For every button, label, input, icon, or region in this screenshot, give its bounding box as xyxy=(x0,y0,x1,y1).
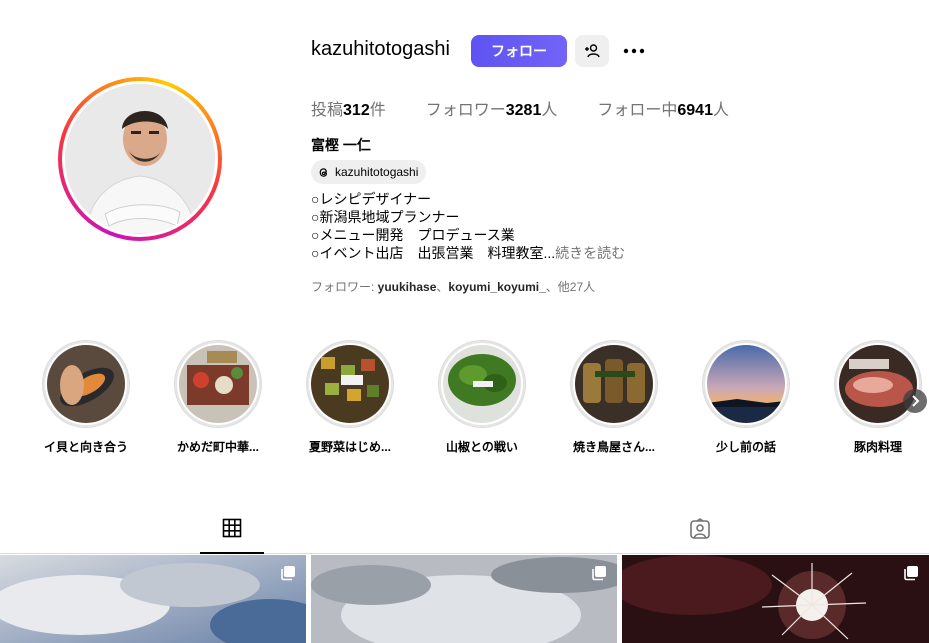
highlight-cover xyxy=(707,345,785,423)
threads-icon xyxy=(319,167,328,177)
followed-by-separator: 、 xyxy=(436,280,449,294)
post-image xyxy=(311,555,617,643)
threads-handle: kazuhitotogashi xyxy=(335,165,419,179)
highlight-item[interactable]: 山椒との戦い xyxy=(436,340,528,455)
highlight-cover xyxy=(179,345,257,423)
multiple-posts-icon xyxy=(281,566,295,581)
follow-button[interactable]: フォロー xyxy=(471,35,567,67)
highlight-item[interactable]: 少し前の話 xyxy=(700,340,792,455)
highlight-cover xyxy=(839,345,917,423)
bio-line: ○イベント出店 出張営業 料理教室... xyxy=(311,245,556,261)
posts-unit: 件 xyxy=(369,102,386,119)
followed-by-user[interactable]: yuukihase xyxy=(378,280,437,294)
tab-posts[interactable] xyxy=(200,518,264,554)
highlight-cover xyxy=(575,345,653,423)
highlight-ring xyxy=(834,340,922,428)
highlight-ring xyxy=(174,340,262,428)
profile-stats: 投稿312件 フォロワー3281人 フォロー中6941人 xyxy=(311,96,769,120)
followed-by-user[interactable]: koyumi_koyumi_ xyxy=(448,280,545,294)
threads-link[interactable]: kazuhitotogashi xyxy=(311,160,427,184)
posts-label: 投稿 xyxy=(311,102,344,119)
profile-avatar-ring[interactable] xyxy=(58,77,222,241)
highlight-ring xyxy=(306,340,394,428)
highlights-next-button[interactable] xyxy=(903,389,927,413)
suggest-users-button[interactable] xyxy=(575,35,609,67)
tagged-icon xyxy=(690,518,710,539)
post-image xyxy=(0,555,306,643)
post-thumbnail[interactable] xyxy=(0,555,306,643)
tabs-divider xyxy=(0,553,929,554)
followers-count: 3281 xyxy=(505,102,542,119)
highlight-item[interactable]: かめだ町中華... xyxy=(172,340,264,455)
highlight-ring xyxy=(702,340,790,428)
avatar[interactable] xyxy=(65,84,215,234)
bio: ○レシピデザイナー ○新潟県地域プランナー ○メニュー開発 プロデュース業 ○イ… xyxy=(311,190,625,262)
highlight-ring xyxy=(438,340,526,428)
following-unit: 人 xyxy=(712,102,729,119)
highlight-cover xyxy=(47,345,125,423)
highlight-cover xyxy=(311,345,389,423)
post-image xyxy=(622,555,929,643)
read-more-link[interactable]: 続きを読む xyxy=(555,245,625,261)
followed-by-suffix: 、他27人 xyxy=(545,280,596,294)
add-user-icon xyxy=(585,44,600,58)
grid-icon xyxy=(222,518,242,538)
more-options-button[interactable] xyxy=(620,38,648,64)
highlight-label: かめだ町中華... xyxy=(176,440,259,454)
avatar-inner xyxy=(62,81,218,237)
more-dots-icon xyxy=(623,48,645,54)
highlight-label: 豚肉料理 xyxy=(853,440,902,454)
highlight-label: 夏野菜はじめ... xyxy=(308,440,391,454)
highlight-cover xyxy=(443,345,521,423)
following-count: 6941 xyxy=(677,102,713,119)
bio-line: ○メニュー開発 プロデュース業 xyxy=(311,227,515,243)
posts-count-stat: 投稿312件 xyxy=(311,96,386,120)
highlight-ring xyxy=(42,340,130,428)
username: kazuhitotogashi xyxy=(311,38,450,60)
bio-line: ○新潟県地域プランナー xyxy=(311,209,460,225)
following-stat[interactable]: フォロー中6941人 xyxy=(597,96,729,120)
avatar-photo-image xyxy=(65,84,215,234)
full-name: 富樫 一仁 xyxy=(311,137,371,153)
followers-stat[interactable]: フォロワー3281人 xyxy=(426,96,558,120)
posts-count: 312 xyxy=(343,102,370,119)
bio-line-last: ○イベント出店 出張営業 料理教室...続きを読む xyxy=(311,244,625,262)
post-thumbnail[interactable] xyxy=(622,555,929,643)
followers-label: フォロワー xyxy=(425,102,506,119)
post-thumbnail[interactable] xyxy=(311,555,617,643)
highlight-label: 山椒との戦い xyxy=(446,440,518,454)
multiple-posts-icon xyxy=(904,566,918,581)
chevron-right-icon xyxy=(912,395,920,407)
highlight-item[interactable]: 焼き鳥屋さん... xyxy=(568,340,660,455)
followed-by-prefix: フォロワー: xyxy=(311,280,378,294)
highlight-item[interactable]: 夏野菜はじめ... xyxy=(304,340,396,455)
following-label: フォロー中 xyxy=(597,102,678,119)
highlight-item[interactable]: イ貝と向き合う xyxy=(40,340,132,455)
bio-line: ○レシピデザイナー xyxy=(311,191,432,207)
highlight-label: 少し前の話 xyxy=(715,440,776,454)
highlight-ring xyxy=(570,340,658,428)
followed-by[interactable]: フォロワー: yuukihase、koyumi_koyumi_、他27人 xyxy=(311,278,595,295)
highlight-label: イ貝と向き合う xyxy=(43,440,128,454)
followers-unit: 人 xyxy=(541,102,558,119)
multiple-posts-icon xyxy=(592,566,606,581)
highlight-label: 焼き鳥屋さん... xyxy=(572,440,655,454)
tab-tagged[interactable] xyxy=(668,518,732,554)
